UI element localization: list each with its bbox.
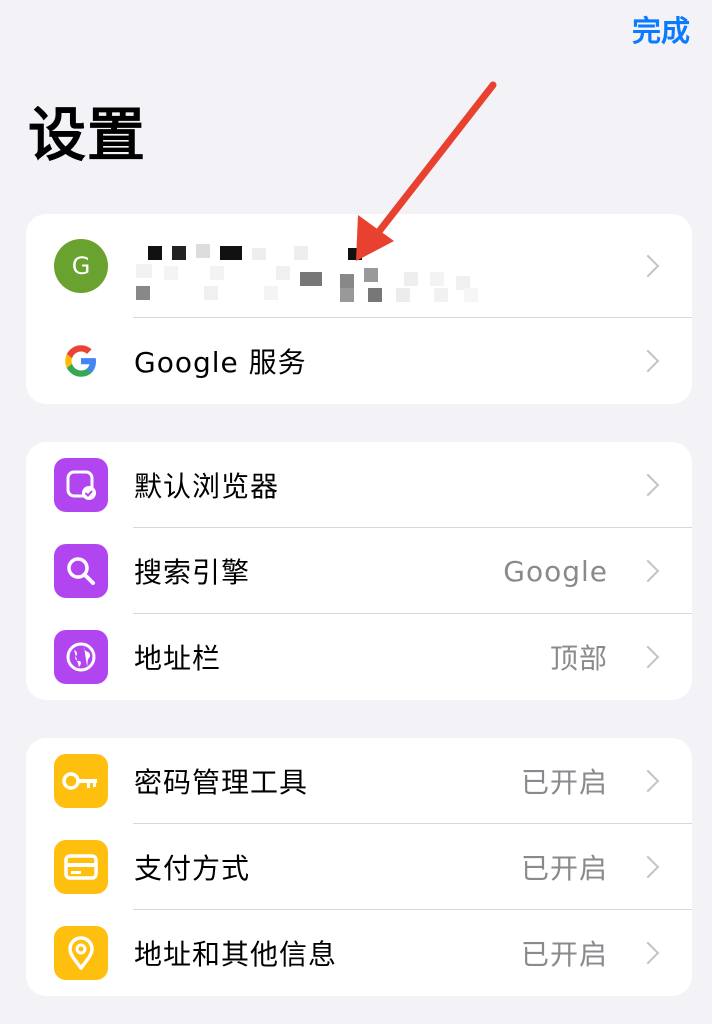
- payment-methods-row[interactable]: 支付方式 已开启: [26, 824, 692, 910]
- browser-settings-group: 默认浏览器 搜索引擎 Google 地址栏 顶部: [26, 442, 692, 700]
- globe-icon: [54, 630, 108, 684]
- done-button[interactable]: 完成: [632, 8, 690, 50]
- default-browser-icon: [54, 458, 108, 512]
- account-row[interactable]: G: [26, 214, 692, 318]
- search-engine-row[interactable]: 搜索引擎 Google: [26, 528, 692, 614]
- search-icon: [54, 544, 108, 598]
- chevron-right-icon: [636, 349, 660, 373]
- chevron-right-icon: [636, 645, 660, 669]
- password-manager-label: 密码管理工具: [134, 766, 309, 799]
- chevron-right-icon: [636, 559, 660, 583]
- google-logo-icon: [54, 334, 108, 388]
- credit-card-icon: [54, 840, 108, 894]
- address-bar-label: 地址栏: [134, 642, 222, 675]
- default-browser-row[interactable]: 默认浏览器: [26, 442, 692, 528]
- key-icon: [54, 754, 108, 808]
- address-bar-row[interactable]: 地址栏 顶部: [26, 614, 692, 700]
- payment-methods-label: 支付方式: [134, 852, 251, 885]
- autofill-settings-group: 密码管理工具 已开启 支付方式 已开启 地址和其他信息 已开启: [26, 738, 692, 996]
- search-engine-label: 搜索引擎: [134, 556, 251, 589]
- google-services-label: Google 服务: [134, 346, 307, 379]
- settings-page: 完成 设置 G Google 服务 默认浏览器 搜索引擎 Google 地址栏 …: [0, 0, 712, 1024]
- password-manager-row[interactable]: 密码管理工具 已开启: [26, 738, 692, 824]
- chevron-right-icon: [636, 473, 660, 497]
- location-pin-icon: [54, 926, 108, 980]
- chevron-right-icon: [636, 254, 660, 278]
- page-title: 设置: [28, 101, 147, 169]
- google-services-row[interactable]: Google 服务: [26, 318, 692, 404]
- chevron-right-icon: [636, 941, 660, 965]
- chevron-right-icon: [636, 855, 660, 879]
- redacted-account-info: [134, 242, 484, 302]
- addresses-row[interactable]: 地址和其他信息 已开启: [26, 910, 692, 996]
- chevron-right-icon: [636, 769, 660, 793]
- address-bar-value: 顶部: [549, 642, 608, 675]
- addresses-label: 地址和其他信息: [134, 938, 338, 971]
- addresses-value: 已开启: [520, 938, 608, 971]
- search-engine-value: Google: [503, 554, 608, 588]
- payment-methods-value: 已开启: [520, 852, 608, 885]
- account-group: G Google 服务: [26, 214, 692, 404]
- default-browser-label: 默认浏览器: [134, 470, 280, 503]
- password-manager-value: 已开启: [520, 766, 608, 799]
- avatar: G: [54, 239, 108, 293]
